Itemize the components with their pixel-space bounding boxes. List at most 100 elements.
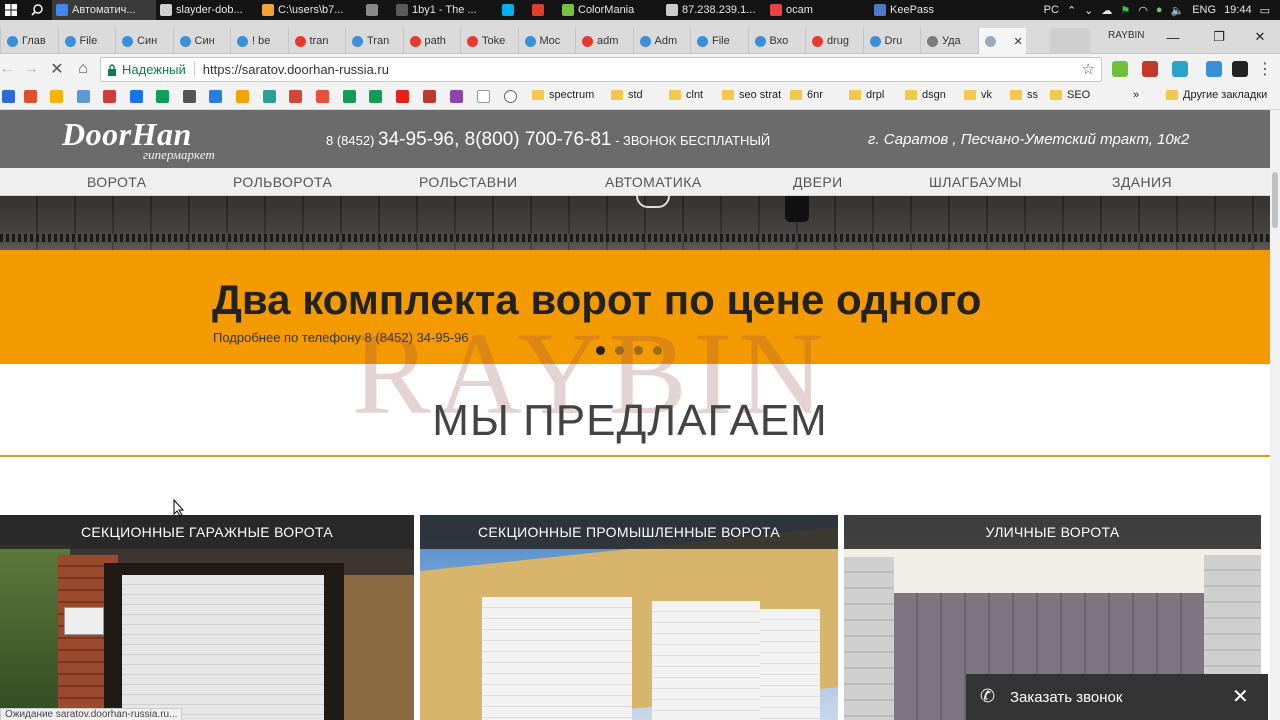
taskbar-app-button[interactable]	[362, 0, 392, 20]
headphones-icon[interactable]	[504, 90, 517, 103]
bookmark-icon[interactable]	[263, 90, 276, 103]
document-icon[interactable]	[477, 90, 490, 103]
sheets-icon[interactable]	[343, 90, 356, 103]
bookmark-folder[interactable]: spectrum	[532, 89, 594, 101]
restore-button[interactable]: ❐	[1196, 20, 1242, 54]
wifi-icon[interactable]: ◠	[1138, 4, 1148, 17]
product-card[interactable]: СЕКЦИОННЫЕ ГАРАЖНЫЕ ВОРОТА	[0, 515, 414, 720]
google-drive-icon[interactable]	[156, 90, 169, 103]
tray-keyboard-layout[interactable]: PC	[1044, 4, 1059, 16]
bookmarks-overflow-button[interactable]: »	[1133, 89, 1139, 101]
bookmark-icon[interactable]	[24, 90, 37, 103]
browser-tab[interactable]: Tran	[345, 28, 402, 54]
browser-tab[interactable]: ✕	[977, 28, 1026, 54]
nav-item[interactable]: ШЛАГБАУМЫ	[929, 174, 1022, 190]
bookmark-folder[interactable]: std	[611, 89, 643, 101]
browser-tab[interactable]: Dru	[862, 28, 920, 54]
taskbar-app-button[interactable]: ColorMania	[558, 0, 662, 20]
nav-item[interactable]: РОЛЬСТАВНИ	[419, 174, 517, 190]
bookmark-folder[interactable]: dsgn	[905, 89, 946, 101]
browser-tab[interactable]: File	[690, 28, 747, 54]
volume-icon[interactable]: 🔈	[1171, 4, 1185, 17]
tray-expand-icon[interactable]: ⌃	[1067, 4, 1076, 17]
bookmark-star-icon[interactable]: ☆	[1082, 60, 1095, 78]
back-button[interactable]: ←	[0, 58, 18, 80]
browser-tab[interactable]: Вхо	[747, 28, 805, 54]
taskbar-app-button[interactable]: ocam	[766, 0, 870, 20]
taskbar-app-button[interactable]: Автоматич...	[52, 0, 156, 20]
browser-tab[interactable]: Moc	[517, 28, 575, 54]
sheets-icon[interactable]	[369, 90, 382, 103]
chrome-icon[interactable]	[316, 90, 329, 103]
page-scrollbar[interactable]	[1270, 110, 1280, 720]
flag-icon[interactable]: ⚑	[1120, 4, 1130, 17]
browser-tab[interactable]: drug	[805, 28, 862, 54]
language-indicator[interactable]: ENG	[1192, 4, 1216, 16]
browser-tab[interactable]: Син	[115, 28, 172, 54]
taskbar-app-button[interactable]: KeePass	[870, 0, 974, 20]
nav-item[interactable]: ДВЕРИ	[793, 174, 843, 190]
browser-tab[interactable]: tran	[287, 28, 345, 54]
url-text[interactable]: https://saratov.doorhan-russia.ru	[203, 62, 389, 77]
profile-name[interactable]: RAYBIN	[1108, 30, 1145, 41]
taskbar-search-button[interactable]	[22, 0, 52, 20]
bookmark-folder[interactable]: seo strat	[722, 89, 781, 101]
taskbar-app-button[interactable]	[528, 0, 558, 20]
taskbar-app-button[interactable]: 87.238.239.1...	[662, 0, 766, 20]
product-card[interactable]: СЕКЦИОННЫЕ ПРОМЫШЛЕННЫЕ ВОРОТА	[420, 515, 838, 720]
mail-icon[interactable]	[236, 90, 249, 103]
extension-icon[interactable]	[1142, 61, 1158, 77]
nav-item[interactable]: ВОРОТА	[87, 174, 147, 190]
browser-tab[interactable]: adm	[575, 28, 632, 54]
menu-icon[interactable]: ⋮	[1254, 58, 1276, 80]
bookmark-icon[interactable]	[2, 90, 15, 103]
browser-tab[interactable]: Син	[172, 28, 230, 54]
extension-icon[interactable]	[1172, 61, 1188, 77]
bookmark-icon[interactable]	[77, 90, 90, 103]
new-tab-button[interactable]	[1050, 28, 1090, 54]
notifications-icon[interactable]: ▭	[1260, 4, 1270, 17]
bookmark-icon[interactable]	[130, 90, 143, 103]
bookmark-folder[interactable]: ss	[1010, 89, 1038, 101]
clock[interactable]: 19:44	[1224, 4, 1252, 16]
callback-widget[interactable]: ✆ Заказать звонок ✕	[966, 674, 1268, 720]
forward-button[interactable]: →	[20, 58, 42, 80]
chevron-down-icon[interactable]: ⌄	[1084, 4, 1093, 17]
stop-loading-button[interactable]: ✕	[46, 58, 68, 80]
bookmark-folder[interactable]: SEO	[1050, 89, 1090, 101]
bookmark-icon[interactable]	[209, 90, 222, 103]
browser-tab[interactable]: path	[402, 28, 460, 54]
browser-tab[interactable]: Toke	[460, 28, 517, 54]
bookmark-folder[interactable]: drpl	[849, 89, 884, 101]
scrollbar-thumb[interactable]	[1272, 172, 1278, 228]
address-bar[interactable]: Надежный https://saratov.doorhan-russia.…	[100, 57, 1102, 82]
nav-item[interactable]: РОЛЬВОРОТА	[233, 174, 332, 190]
bookmark-folder[interactable]: 6nr	[790, 89, 823, 101]
bookmark-folder[interactable]: clnt	[669, 89, 703, 101]
cloud-icon[interactable]: ☁	[1101, 4, 1112, 17]
browser-tab[interactable]: Adm	[632, 28, 690, 54]
home-button[interactable]: ⌂	[72, 58, 94, 80]
bookmark-icon[interactable]	[50, 90, 63, 103]
browser-tab[interactable]: Уда	[920, 28, 977, 54]
bookmark-icon[interactable]	[450, 90, 463, 103]
tv-icon[interactable]	[423, 90, 436, 103]
close-tab-icon[interactable]: ✕	[1014, 35, 1023, 48]
apple-icon[interactable]	[183, 90, 196, 103]
extension-icon[interactable]	[1112, 61, 1128, 77]
youtube-icon[interactable]	[396, 90, 409, 103]
taskbar-app-button[interactable]	[498, 0, 528, 20]
windows-start-button[interactable]	[0, 0, 22, 20]
taskbar-app-button[interactable]: 1by1 - The ...	[392, 0, 498, 20]
bookmark-folder[interactable]: vk	[964, 89, 992, 101]
nav-item[interactable]: АВТОМАТИКА	[605, 174, 702, 190]
other-bookmarks-folder[interactable]: Другие закладки	[1166, 89, 1267, 101]
close-icon[interactable]: ✕	[1232, 684, 1249, 709]
close-window-button[interactable]: ✕	[1240, 20, 1280, 54]
taskbar-app-button[interactable]: C:\users\b7...	[258, 0, 362, 20]
gmail-icon[interactable]	[289, 90, 302, 103]
taskbar-app-button[interactable]: slayder-dob...	[156, 0, 258, 20]
browser-tab[interactable]: ! be	[230, 28, 287, 54]
nav-item[interactable]: ЗДАНИЯ	[1112, 174, 1172, 190]
extension-icon[interactable]	[1232, 61, 1248, 77]
